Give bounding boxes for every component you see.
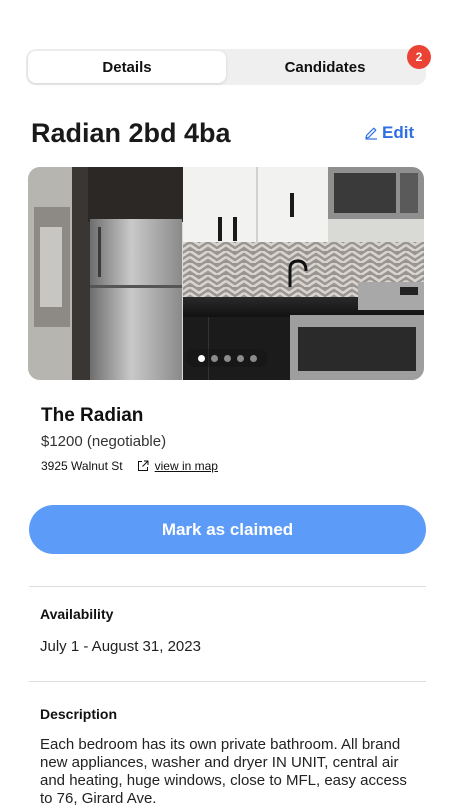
pencil-icon	[365, 127, 377, 140]
divider	[29, 681, 426, 682]
edit-button[interactable]: Edit	[364, 123, 414, 143]
tab-switcher: Details Candidates	[26, 49, 426, 85]
pager-dot[interactable]	[210, 354, 218, 362]
pager-dot[interactable]	[236, 354, 244, 362]
pager-dot[interactable]	[223, 354, 231, 362]
pager-dot[interactable]	[249, 354, 257, 362]
listing-address: 3925 Walnut St	[41, 459, 123, 473]
divider	[29, 586, 426, 587]
address-row: 3925 Walnut St view in map	[41, 459, 218, 473]
page-title: Radian 2bd 4ba	[31, 118, 231, 148]
availability-dates: July 1 - August 31, 2023	[40, 638, 201, 655]
listing-name: The Radian	[41, 405, 144, 426]
view-in-map-link[interactable]: view in map	[155, 459, 218, 473]
mark-as-claimed-button[interactable]: Mark as claimed	[29, 505, 426, 554]
candidates-count-badge: 2	[407, 45, 431, 69]
external-link-icon	[137, 460, 149, 471]
description-heading: Description	[40, 706, 118, 722]
tab-candidates[interactable]: Candidates	[226, 51, 424, 83]
availability-heading: Availability	[40, 606, 114, 622]
edit-label: Edit	[382, 123, 415, 142]
description-text: Each bedroom has its own private bathroo…	[40, 736, 407, 807]
photo-pager	[186, 349, 268, 367]
listing-price: $1200 (negotiable)	[41, 433, 167, 450]
tab-details[interactable]: Details	[28, 51, 226, 83]
pager-dot[interactable]	[197, 354, 205, 362]
